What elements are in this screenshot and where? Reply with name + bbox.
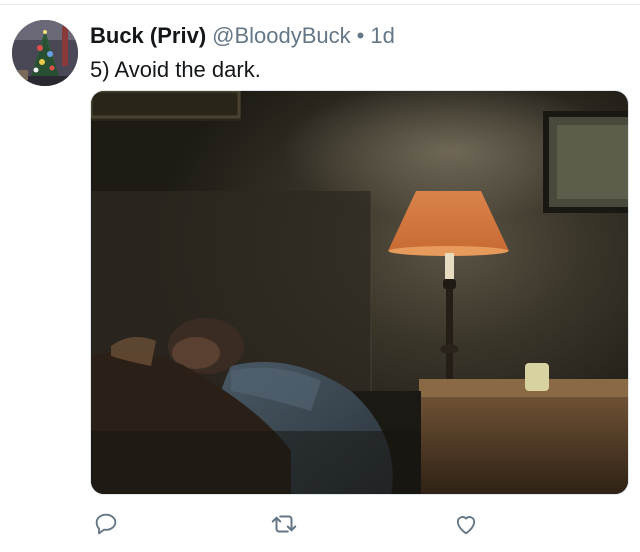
tweet-text: 5) Avoid the dark. [90, 57, 261, 82]
divider [0, 0, 640, 5]
user-handle[interactable]: @BloodyBuck [212, 23, 351, 48]
tweet-actions [0, 506, 640, 542]
display-name[interactable]: Buck (Priv) [90, 23, 206, 48]
reply-button[interactable] [88, 506, 124, 542]
retweet-button[interactable] [266, 506, 302, 542]
retweet-icon [271, 515, 297, 533]
timestamp[interactable]: 1d [370, 23, 394, 48]
tweet-media-image[interactable] [90, 90, 629, 495]
like-button[interactable] [448, 506, 484, 542]
tweet-header: Buck (Priv) @BloodyBuck • 1d [90, 22, 395, 50]
separator-dot: • [356, 23, 365, 48]
like-icon [456, 516, 476, 535]
avatar[interactable] [12, 20, 78, 86]
lamp-bedroom-photo [91, 91, 628, 494]
tweet-card[interactable]: Buck (Priv) @BloodyBuck • 1d 5) Avoid the d… [0, 0, 640, 552]
reply-icon [95, 513, 117, 535]
avatar-image [12, 20, 78, 86]
